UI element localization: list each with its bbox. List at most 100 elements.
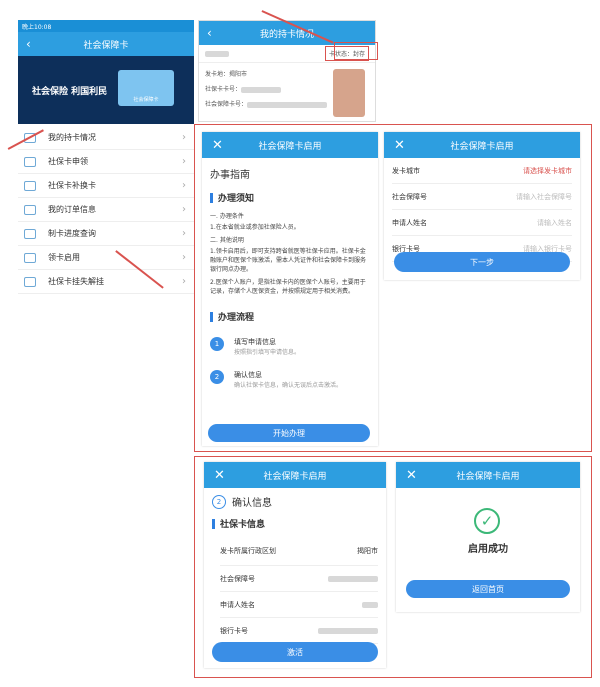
menu-item-progress[interactable]: 制卡进度查询 ›	[18, 222, 194, 246]
menu-label: 领卡启用	[48, 253, 80, 262]
info-row: 社会保障号	[220, 566, 378, 592]
info-row: 银行卡号	[220, 618, 378, 644]
ss-number-input[interactable]: 请输入社会保障号	[516, 192, 572, 202]
step-number: 2	[210, 370, 224, 384]
panel-header: ✕ 社会保障卡启用	[396, 462, 580, 488]
step-title: 确认信息	[234, 371, 262, 379]
card-tag: 社会保障卡	[133, 97, 159, 103]
name-input[interactable]: 请输入姓名	[537, 218, 572, 228]
redacted-value	[328, 575, 378, 582]
redacted-value	[318, 627, 378, 634]
menu-item-replace[interactable]: 社保卡补换卡 ›	[18, 174, 194, 198]
success-message: 启用成功	[468, 544, 508, 555]
field-name[interactable]: 申请人姓名 请输入姓名	[392, 210, 572, 236]
menu-item-my-card[interactable]: 我的持卡情况 ›	[18, 126, 194, 150]
section-label: 社保卡信息	[220, 520, 266, 530]
step-title: 确认信息	[232, 498, 272, 509]
card-icon	[24, 156, 36, 167]
chevron-right-icon: ›	[182, 228, 186, 239]
info-row: 发卡所属行政区划 揭阳市	[220, 536, 378, 566]
section-label: 办理须知	[218, 194, 255, 204]
close-icon[interactable]: ✕	[406, 468, 417, 483]
step-desc: 按照指引填写申请信息。	[234, 349, 301, 356]
menu-label: 制卡进度查询	[48, 229, 96, 238]
panel-header: ✕ 社会保障卡启用	[384, 132, 580, 158]
guide-heading: 办事指南	[210, 170, 250, 181]
chevron-right-icon: ›	[182, 204, 186, 215]
close-icon[interactable]: ✕	[212, 138, 223, 153]
chevron-right-icon: ›	[182, 156, 186, 167]
page-title: 社会保障卡	[83, 40, 129, 51]
info-label: 社会保障号	[220, 574, 255, 583]
card-number-redacted	[241, 86, 282, 93]
menu-item-apply[interactable]: 社保卡申领 ›	[18, 150, 194, 174]
field-label: 社会保障号	[392, 192, 427, 201]
phone-screen-my-card: ‹ 我的持卡情况 卡状态：封存 发卡地：揭阳市 社保卡卡号： 社会保障卡号：	[198, 20, 376, 122]
activate-button[interactable]: 激活	[212, 642, 378, 662]
chevron-right-icon: ›	[182, 132, 186, 143]
guide-item: 1.领卡启用后，即可支持跨省就医等社保卡应用。社保卡金融账户和医保个账激活，需本…	[210, 248, 367, 273]
status-time: 晚上10:08	[22, 23, 52, 31]
menu-label: 我的订单信息	[48, 205, 96, 214]
back-icon[interactable]: ‹	[26, 37, 31, 51]
menu-label: 社保卡申领	[48, 157, 88, 166]
info-label: 申请人姓名	[220, 600, 255, 609]
success-panel: ✕ 社会保障卡启用 ✓ 启用成功 返回首页	[396, 462, 580, 612]
panel-header: ✕ 社会保障卡启用	[204, 462, 386, 488]
field-city[interactable]: 发卡城市 请选择发卡城市	[392, 158, 572, 184]
menu-label: 我的持卡情况	[48, 133, 96, 142]
step-indicator: 2 确认信息	[212, 494, 378, 509]
issue-place-label: 发卡地：	[205, 71, 230, 78]
card-info-section-title: 社保卡信息	[212, 517, 378, 530]
field-label: 发卡城市	[392, 166, 420, 175]
guide-item: 二. 其他说明	[210, 237, 244, 244]
highlight-status	[334, 42, 378, 60]
field-label: 申请人姓名	[392, 218, 427, 227]
header: ‹ 社会保障卡	[18, 32, 194, 56]
card-number-label: 社保卡卡号：	[205, 86, 242, 93]
panel-header: ✕ 社会保障卡启用	[202, 132, 378, 158]
chevron-right-icon: ›	[182, 180, 186, 191]
card-icon	[24, 180, 36, 191]
photo-avatar	[333, 69, 365, 117]
guide-item: 1.在本省就业或参加社保险人员。	[210, 224, 300, 231]
page-title: 我的持卡情况	[259, 29, 314, 40]
ss-number-label: 社会保障卡号：	[205, 101, 248, 108]
close-icon[interactable]: ✕	[214, 468, 225, 483]
menu-label: 社保卡补换卡	[48, 181, 96, 190]
phone-screen-home: 晚上10:08 ‹ 社会保障卡 社会保险 利国利民 社会保障卡 我的持卡情况 › …	[18, 20, 194, 294]
guide-item: 2.医保个人账户，是指社保卡内的医保个人账号，主要用于记录，存储个人医保资金，并…	[210, 279, 366, 295]
flow-step: 2 确认信息确认社保卡信息，确认无误后点击激活。	[210, 370, 370, 389]
home-button[interactable]: 返回首页	[406, 580, 570, 598]
panel-title: 社会保障卡启用	[456, 471, 520, 482]
back-icon[interactable]: ‹	[207, 26, 212, 40]
field-ss-number[interactable]: 社会保障号 请输入社会保障号	[392, 184, 572, 210]
lock-icon	[24, 276, 36, 287]
ss-number-redacted	[247, 101, 328, 108]
close-icon[interactable]: ✕	[394, 138, 405, 153]
step-desc: 确认社保卡信息，确认无误后点击激活。	[234, 382, 343, 389]
menu-label: 社保卡挂失解挂	[48, 277, 104, 286]
menu-item-loss[interactable]: 社保卡挂失解挂 ›	[18, 270, 194, 294]
id-card-icon	[24, 252, 36, 263]
menu-list: 我的持卡情况 › 社保卡申领 › 社保卡补换卡 › 我的订单信息 › 制卡进度查询 › 领…	[18, 124, 194, 294]
next-button[interactable]: 下一步	[394, 252, 570, 272]
menu-item-orders[interactable]: 我的订单信息 ›	[18, 198, 194, 222]
guide-panel: ✕ 社会保障卡启用 办事指南 办理须知 一. 办理条件 1.在本省就业或参加社保险…	[202, 132, 378, 446]
step-number: 1	[210, 337, 224, 351]
confirm-panel: ✕ 社会保障卡启用 2 确认信息 社保卡信息 发卡所属行政区划 揭阳市 社会保障号 申…	[204, 462, 386, 668]
check-circle-icon: ✓	[474, 508, 500, 534]
issue-place-value: 揭阳市	[229, 71, 248, 78]
info-label: 银行卡号	[220, 626, 248, 635]
guide-item: 一. 办理条件	[210, 213, 244, 220]
section-label: 办理流程	[218, 313, 255, 323]
chevron-right-icon: ›	[182, 252, 186, 263]
panel-title: 社会保障卡启用	[258, 141, 322, 152]
city-select[interactable]: 请选择发卡城市	[523, 166, 572, 176]
step-number: 2	[212, 494, 226, 509]
step-title: 填写申请信息	[234, 338, 276, 346]
menu-item-activate[interactable]: 领卡启用 ›	[18, 246, 194, 270]
panel-title: 社会保障卡启用	[263, 471, 327, 482]
start-button[interactable]: 开始办理	[208, 424, 370, 442]
notice-section-title: 办理须知	[210, 191, 370, 204]
